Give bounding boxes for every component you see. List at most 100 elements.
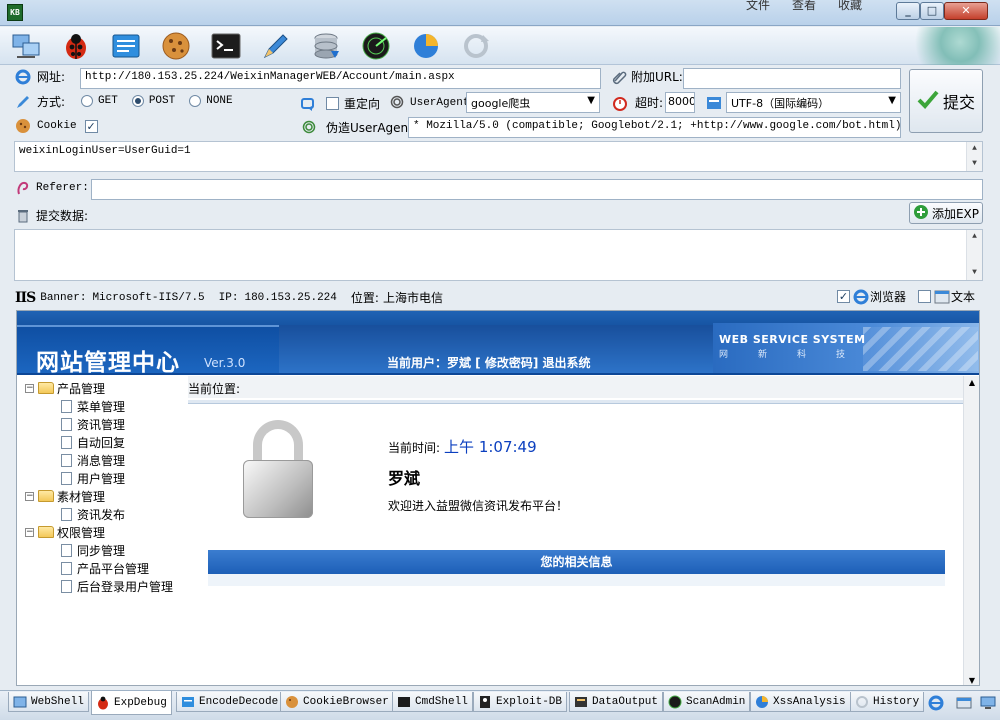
browser-scrollbar[interactable]: ▲ ▼ (963, 376, 979, 685)
encode-icon[interactable] (110, 31, 142, 61)
refresh-icon[interactable] (460, 31, 492, 61)
maximize-button[interactable]: □ (920, 2, 944, 20)
cookie-small-icon (15, 118, 31, 134)
site-user-text[interactable]: 当前用户：罗斌 [ 修改密码] 退出系统 (387, 354, 591, 371)
browser-checkbox[interactable]: ✓ (837, 290, 850, 303)
chart-icon[interactable] (410, 31, 442, 61)
tree-item[interactable]: 同步管理 (25, 541, 195, 559)
tab-scanadmin[interactable]: ScanAdmin (663, 692, 751, 712)
tab-bar: WebShell ExpDebug EncodeDecode CookieBro… (0, 690, 1000, 720)
useragent-select[interactable]: google爬虫 ▼ (466, 92, 600, 113)
banner-value: Microsoft-IIS/7.5 (92, 291, 205, 304)
database-icon[interactable] (310, 31, 342, 61)
tree-item[interactable]: 产品平台管理 (25, 559, 195, 577)
tab-exploitdb[interactable]: Exploit-DB (473, 692, 568, 712)
alarm-clock-icon (612, 95, 628, 111)
tree-item[interactable]: 消息管理 (25, 451, 195, 469)
fake-ua-input[interactable]: * Mozilla/5.0 (compatible; Googlebot/2.1… (408, 117, 901, 138)
terminal-icon[interactable] (210, 31, 242, 61)
toolbar (0, 27, 1000, 65)
timeout-input[interactable]: 8000 (665, 92, 695, 113)
browser-view[interactable]: 网站管理中心 Ver.3.0 当前用户：罗斌 [ 修改密码] 退出系统 WEB … (16, 310, 980, 686)
cookie-textarea[interactable]: weixinLoginUser=UserGuid=1 ▲ ▼ (14, 141, 983, 172)
fingerprint-green-icon (302, 120, 318, 136)
collapse-icon[interactable]: − (25, 527, 34, 537)
tree-item[interactable]: 后台登录用户管理 (25, 577, 195, 595)
site-banner: WEB SERVICE SYSTEM 网新科技 (713, 323, 979, 373)
url-input[interactable]: http://180.153.25.224/WeixinManagerWEB/A… (80, 68, 601, 89)
tree-item[interactable]: 用户管理 (25, 469, 195, 487)
document-icon (61, 507, 72, 521)
cookie-checkbox[interactable]: ✓ (84, 119, 98, 133)
menu-file[interactable]: 文件 (746, 0, 770, 13)
close-button[interactable]: ✕ (944, 2, 988, 20)
tab-encodedecode[interactable]: EncodeDecode (176, 692, 284, 712)
tab-cmdshell[interactable]: CmdShell (392, 692, 473, 712)
tree-item[interactable]: 资讯发布 (25, 505, 195, 523)
collapse-icon[interactable]: − (25, 383, 34, 393)
extra-url-input[interactable] (683, 68, 901, 89)
tab-webshell[interactable]: WebShell (8, 692, 89, 712)
tab-dataoutput[interactable]: DataOutput (569, 692, 664, 712)
scroll-down-icon[interactable]: ▼ (967, 157, 982, 171)
site-logo: 网站管理中心 Ver.3.0 (17, 325, 279, 376)
submit-button[interactable]: 提交 (909, 69, 983, 133)
referer-label: Referer: (36, 182, 89, 194)
tree-item[interactable]: 菜单管理 (25, 397, 195, 415)
iis-icon: IIS (15, 289, 36, 306)
scroll-up-icon[interactable]: ▲ (967, 230, 982, 244)
document-icon (61, 579, 72, 593)
info-header: 您的相关信息 (208, 550, 945, 574)
timeout-label: 超时: (635, 96, 664, 110)
pen-icon[interactable] (260, 31, 292, 61)
menu-view[interactable]: 查看 (792, 0, 816, 13)
method-post-radio[interactable] (131, 95, 144, 107)
document-icon (61, 543, 72, 557)
network-icon[interactable] (10, 31, 42, 61)
extra-url-label: 附加URL: (631, 70, 683, 84)
tree-folder[interactable]: − 产品管理 (25, 379, 195, 397)
tree-folder[interactable]: − 权限管理 (25, 523, 195, 541)
window-status-icon[interactable] (956, 695, 972, 714)
minimize-button[interactable]: _ (896, 2, 920, 20)
tree-folder-label: 素材管理 (57, 489, 106, 504)
postdata-scrollbar[interactable]: ▲ ▼ (966, 230, 982, 280)
tree-folder[interactable]: − 素材管理 (25, 487, 195, 505)
xss-icon (755, 695, 769, 709)
tab-xssanalysis[interactable]: XssAnalysis (750, 692, 851, 712)
collapse-icon[interactable]: − (25, 491, 34, 501)
exploit-icon (478, 695, 492, 709)
menu-favorites[interactable]: 收藏 (838, 0, 862, 13)
monitor-status-icon[interactable] (980, 695, 996, 714)
tab-cookiebrowser[interactable]: CookieBrowser (280, 692, 394, 712)
content-area: 当前位置: 当前时间: 上午 1:07:49 罗斌 欢迎进入益盟微信资讯发布平台！… (188, 376, 963, 685)
method-get-radio[interactable] (81, 95, 93, 107)
tree-item[interactable]: 自动回复 (25, 433, 195, 451)
scroll-down-icon[interactable]: ▼ (967, 266, 982, 280)
tab-history[interactable]: History (850, 692, 925, 712)
tab-label: ExpDebug (114, 696, 167, 709)
bug-icon[interactable] (60, 31, 92, 61)
postdata-textarea[interactable]: ▲ ▼ (14, 229, 983, 281)
document-icon (61, 417, 72, 431)
tree-item[interactable]: 资讯管理 (25, 415, 195, 433)
tree-folder-label: 产品管理 (57, 381, 106, 396)
radar-icon[interactable] (360, 31, 392, 61)
scroll-up-icon[interactable]: ▲ (967, 142, 982, 156)
referer-input[interactable] (91, 179, 983, 200)
cookie-icon[interactable] (160, 31, 192, 61)
encoding-select[interactable]: UTF-8（国际编码） ▼ (726, 92, 901, 113)
cookie-scrollbar[interactable]: ▲ ▼ (966, 142, 982, 171)
tree-item-label: 后台登录用户管理 (77, 579, 174, 594)
scroll-down-icon[interactable]: ▼ (964, 676, 979, 685)
tab-expdebug[interactable]: ExpDebug (91, 691, 172, 715)
ie-icon (15, 69, 31, 85)
text-checkbox[interactable] (918, 290, 932, 303)
scroll-up-icon[interactable]: ▲ (964, 378, 979, 387)
add-exp-button[interactable]: 添加EXP (909, 202, 983, 224)
encoding-icon (706, 95, 722, 111)
ie-status-icon[interactable] (928, 695, 944, 714)
redirect-checkbox[interactable] (326, 97, 339, 110)
method-none-radio[interactable] (189, 95, 202, 107)
bug-icon (96, 696, 110, 710)
